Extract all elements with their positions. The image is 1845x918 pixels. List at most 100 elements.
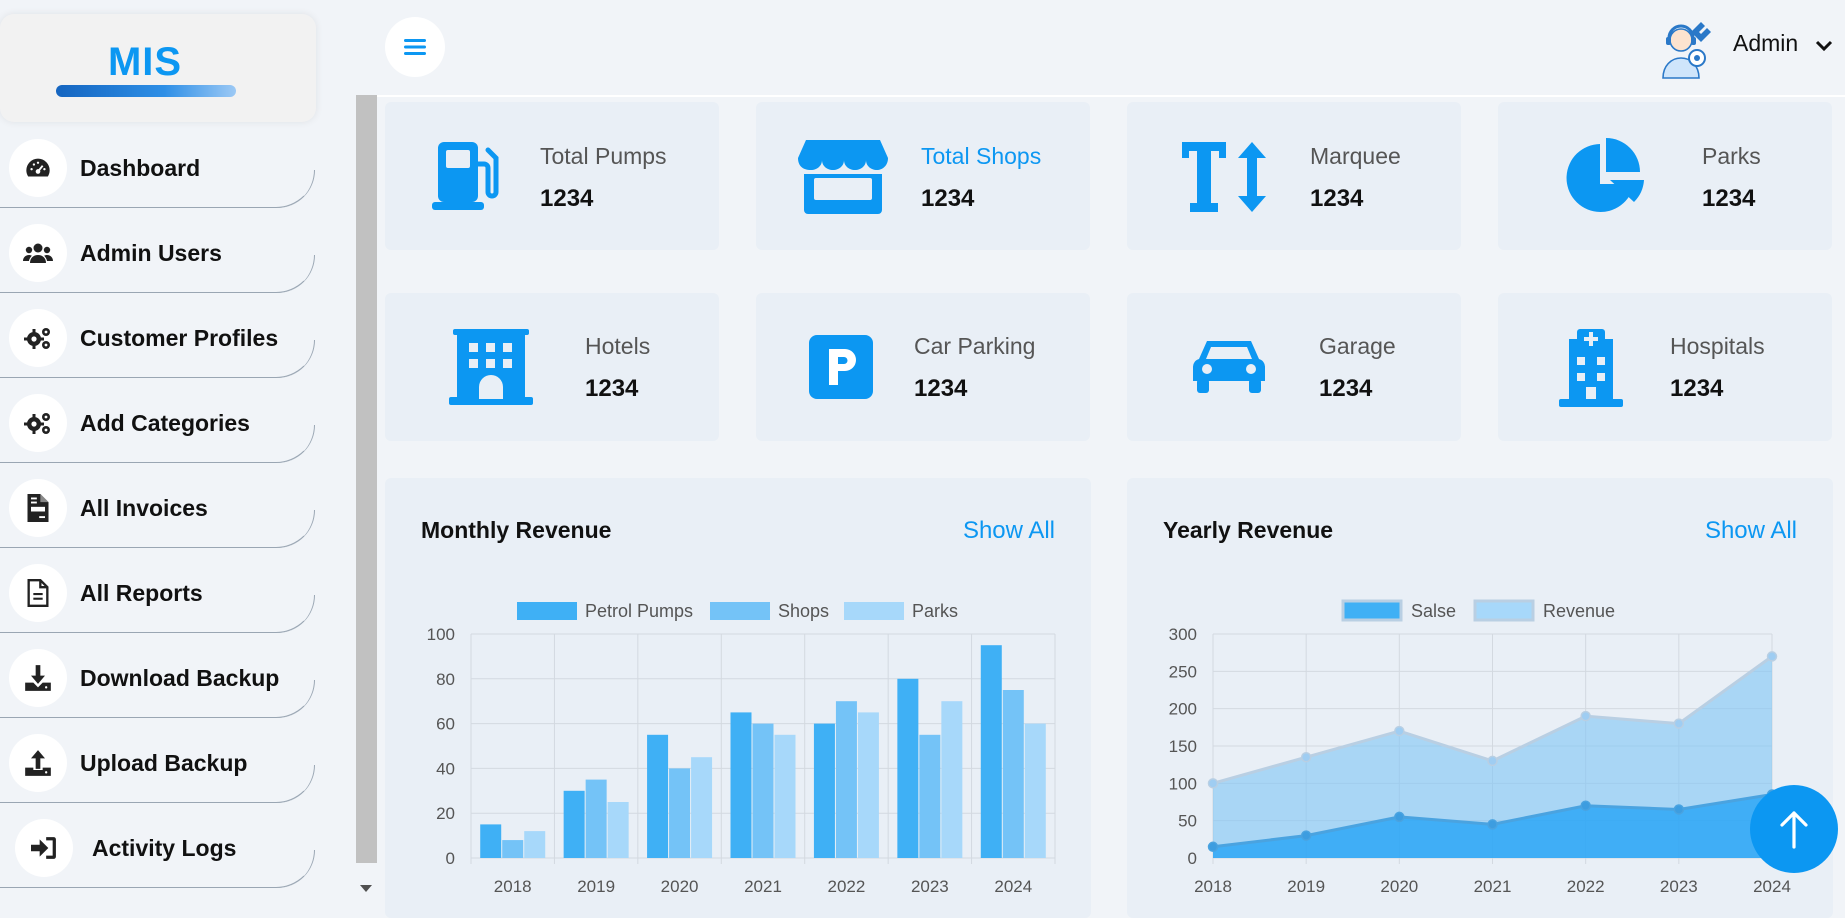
sidebar-item-label: Add Categories [80,410,250,436]
legend-label: Salse [1411,601,1456,621]
y-tick-label: 50 [1178,812,1197,831]
y-tick-label: 150 [1169,737,1197,756]
sidebar-item-dashboard[interactable]: Dashboard [0,126,316,208]
bar [730,712,752,858]
sidebar-item-activity-logs[interactable]: Activity Logs [0,806,316,888]
stat-card-garage[interactable]: Garage 1234 [1127,293,1461,441]
legend-swatch [1341,599,1403,622]
download-icon [9,649,67,707]
sidebar-scrollbar[interactable] [356,95,377,902]
data-point [1487,819,1498,830]
legend-label: Petrol Pumps [585,601,693,621]
bar [980,645,1002,858]
yearly-revenue-chart: 0 50 100 150 200 250 300 2018 2019 2020 2021 2022 20… [1169,599,1791,896]
y-tick-label: 0 [1188,849,1197,868]
admin-avatar[interactable] [1655,18,1717,80]
sidebar: MIS Dashboard Admin Users Customer Profi… [0,0,356,902]
bar [585,779,607,858]
stat-card-hospitals[interactable]: Hospitals 1234 [1498,293,1832,441]
bar [524,831,546,858]
sidebar-item-all-reports[interactable]: All Reports [0,551,316,633]
scrollbar-thumb[interactable] [356,95,377,863]
x-tick-label: 2021 [744,877,782,896]
legend-swatch [844,602,904,620]
x-tick-label: 2022 [828,877,866,896]
sidebar-item-label: All Invoices [80,495,208,521]
bar [691,757,713,858]
stat-card-total-shops[interactable]: Total Shops 1234 [756,102,1090,250]
sidebar-item-label: All Reports [80,580,203,606]
topbar-divider [377,95,1845,97]
stat-value: 1234 [1670,375,1724,402]
x-tick-label: 2019 [577,877,615,896]
sidebar-item-label: Customer Profiles [80,325,279,351]
gauge-icon [9,139,67,197]
admin-name[interactable]: Admin [1733,30,1798,57]
bar [1002,690,1024,858]
stat-value: 1234 [540,185,594,212]
sidebar-item-label: Dashboard [80,155,201,181]
y-tick-label: 300 [1169,625,1197,644]
y-tick-label: 200 [1169,700,1197,719]
x-tick-label: 2022 [1567,877,1605,896]
hotel-icon [449,329,533,405]
bar [607,802,629,858]
sidebar-item-admin-users[interactable]: Admin Users [0,211,316,293]
arrow-up-icon [1780,811,1808,849]
brand-underline [56,85,236,97]
gas-pump-icon [430,138,506,214]
data-point [1673,718,1685,729]
stat-label: Total Pumps [540,143,667,169]
x-tick-label: 2018 [1194,877,1232,896]
bar [774,734,796,858]
scroll-to-top-button[interactable] [1750,785,1838,873]
bar [752,723,774,858]
x-tick-label: 2020 [1380,877,1418,896]
stat-label: Garage [1319,333,1396,359]
data-point [1394,725,1405,737]
x-tick-label: 2023 [911,877,949,896]
legend-swatch [710,602,770,620]
stat-card-hotels[interactable]: Hotels 1234 [385,293,719,441]
brand-logo: MIS [107,40,183,84]
x-tick-label: 2023 [1660,877,1698,896]
stat-value: 1234 [1319,375,1373,402]
data-point [1487,755,1498,767]
bar [813,723,835,858]
stat-label: Hospitals [1670,333,1765,359]
data-point [1207,778,1219,789]
sidebar-item-add-categories[interactable]: Add Categories [0,381,316,463]
x-tick-label: 2024 [994,877,1032,896]
stat-value: 1234 [1310,185,1364,212]
legend-label: Parks [912,601,958,621]
stat-label: Marquee [1310,143,1401,169]
x-tick-label: 2024 [1753,877,1791,896]
stat-card-total-pumps[interactable]: Total Pumps 1234 [385,102,719,250]
hamburger-icon [404,39,426,55]
sidebar-item-upload-backup[interactable]: Upload Backup [0,721,316,803]
scroll-down-arrow-icon[interactable] [360,885,372,892]
y-tick-label: 20 [436,804,455,823]
chevron-down-icon[interactable] [1815,40,1833,52]
bar [941,701,963,858]
report-icon [9,564,67,622]
stat-value: 1234 [585,375,639,402]
sidebar-item-download-backup[interactable]: Download Backup [0,636,316,718]
shop-icon [798,140,888,214]
stat-label: Hotels [585,333,651,359]
stat-card-marquee[interactable]: Marquee 1234 [1127,102,1461,250]
sidebar-item-label: Upload Backup [80,750,248,776]
stat-card-parks[interactable]: Parks 1234 [1498,102,1832,250]
sidebar-item-all-invoices[interactable]: All Invoices [0,466,316,548]
data-point [1207,841,1219,853]
sidebar-item-customer-profiles[interactable]: Customer Profiles [0,296,316,378]
stat-card-car-parking[interactable]: Car Parking 1234 [756,293,1090,441]
text-height-icon [1182,142,1268,212]
stat-label: Car Parking [914,333,1036,359]
data-point [1394,811,1405,823]
legend-swatch [517,602,577,620]
gears-icon [9,394,67,452]
data-point [1300,751,1312,763]
menu-toggle-button[interactable] [385,17,445,77]
monthly-revenue-card: Monthly Revenue Show All 0 20 40 60 80 100 201… [385,478,1091,918]
